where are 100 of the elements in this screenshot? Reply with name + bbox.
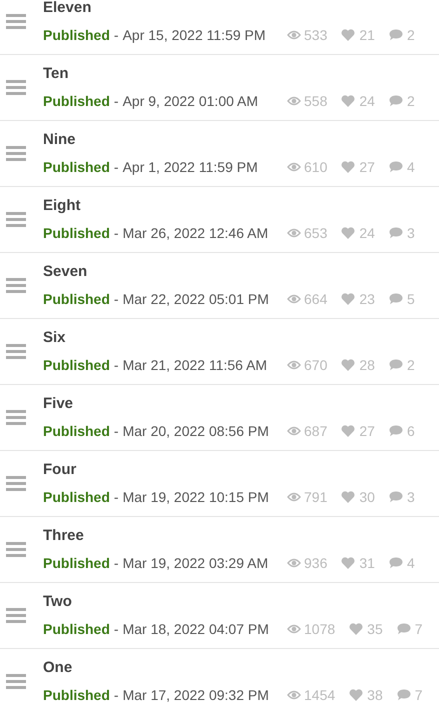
eye-icon <box>287 360 301 370</box>
eye-icon <box>287 558 301 568</box>
comment-icon <box>388 293 403 305</box>
comment-icon <box>388 557 403 569</box>
drag-handle-icon[interactable] <box>6 674 26 689</box>
drag-handle-icon[interactable] <box>6 212 26 227</box>
publish-date: Mar 18, 2022 04:07 PM <box>122 620 269 638</box>
comment-count: 7 <box>414 686 423 704</box>
comment-icon <box>388 491 403 503</box>
comment-icon <box>396 689 411 701</box>
comment-count: 2 <box>406 356 415 374</box>
heart-icon <box>341 293 356 305</box>
heart-icon <box>349 623 364 635</box>
status-label: Published <box>43 686 110 704</box>
post-title[interactable]: Eleven <box>43 0 92 17</box>
post-title[interactable]: Two <box>43 593 72 611</box>
publish-date: Apr 15, 2022 11:59 PM <box>122 26 266 44</box>
post-title[interactable]: One <box>43 659 72 677</box>
drag-handle-icon[interactable] <box>6 278 26 293</box>
heart-icon <box>341 425 356 437</box>
view-count: 1078 <box>304 620 336 638</box>
post-title[interactable]: Six <box>43 329 66 347</box>
heart-icon <box>349 689 364 701</box>
comment-icon <box>388 95 403 107</box>
separator-text: - <box>114 224 119 242</box>
eye-icon <box>287 162 301 172</box>
drag-handle-icon[interactable] <box>6 410 26 425</box>
view-count: 664 <box>304 290 328 308</box>
comment-count: 2 <box>406 26 415 44</box>
publish-date: Mar 19, 2022 10:15 PM <box>122 488 269 506</box>
separator-text: - <box>114 26 119 44</box>
eye-icon <box>287 426 301 436</box>
view-count: 1454 <box>304 686 336 704</box>
post-title[interactable]: Four <box>43 461 76 479</box>
publish-date: Mar 26, 2022 12:46 AM <box>122 224 268 242</box>
status-label: Published <box>43 356 110 374</box>
comment-icon <box>388 29 403 41</box>
like-count: 27 <box>359 422 375 440</box>
comment-count: 2 <box>406 92 415 110</box>
view-count: 610 <box>304 158 328 176</box>
heart-icon <box>341 557 356 569</box>
post-title[interactable]: Nine <box>43 131 76 149</box>
like-count: 24 <box>359 224 375 242</box>
drag-handle-icon[interactable] <box>6 80 26 95</box>
comment-count: 4 <box>406 554 415 572</box>
publish-date: Mar 17, 2022 09:32 PM <box>122 686 269 704</box>
eye-icon <box>287 96 301 106</box>
like-count: 27 <box>359 158 375 176</box>
comment-icon <box>388 227 403 239</box>
comment-count: 5 <box>406 290 415 308</box>
comment-count: 3 <box>406 488 415 506</box>
drag-handle-icon[interactable] <box>6 14 26 29</box>
status-label: Published <box>43 290 110 308</box>
comment-icon <box>388 359 403 371</box>
status-label: Published <box>43 554 110 572</box>
drag-handle-icon[interactable] <box>6 146 26 161</box>
comment-count: 4 <box>406 158 415 176</box>
like-count: 23 <box>359 290 375 308</box>
eye-icon <box>287 30 301 40</box>
view-count: 533 <box>304 26 328 44</box>
post-title[interactable]: Three <box>43 527 84 545</box>
like-count: 28 <box>359 356 375 374</box>
post-title[interactable]: Eight <box>43 197 80 215</box>
like-count: 35 <box>367 620 383 638</box>
drag-handle-icon[interactable] <box>6 542 26 557</box>
separator-text: - <box>114 488 119 506</box>
drag-handle-icon[interactable] <box>6 344 26 359</box>
separator-text: - <box>114 620 119 638</box>
post-title[interactable]: Ten <box>43 65 69 83</box>
comment-icon <box>396 623 411 635</box>
status-label: Published <box>43 488 110 506</box>
heart-icon <box>341 359 356 371</box>
publish-date: Mar 19, 2022 03:29 AM <box>122 554 268 572</box>
eye-icon <box>287 624 301 634</box>
publish-date: Apr 1, 2022 11:59 PM <box>122 158 258 176</box>
separator-text: - <box>114 356 119 374</box>
separator-text: - <box>114 92 119 110</box>
drag-handle-icon[interactable] <box>6 476 26 491</box>
eye-icon <box>287 228 301 238</box>
publish-date: Mar 21, 2022 11:56 AM <box>122 356 268 374</box>
status-label: Published <box>43 26 110 44</box>
heart-icon <box>341 95 356 107</box>
separator-text: - <box>114 686 119 704</box>
heart-icon <box>341 227 356 239</box>
view-count: 558 <box>304 92 328 110</box>
publish-date: Mar 22, 2022 05:01 PM <box>122 290 269 308</box>
comment-icon <box>388 161 403 173</box>
heart-icon <box>341 161 356 173</box>
post-title[interactable]: Seven <box>43 263 88 281</box>
post-title[interactable]: Five <box>43 395 74 413</box>
drag-handle-icon[interactable] <box>6 608 26 623</box>
separator-text: - <box>114 158 119 176</box>
like-count: 31 <box>359 554 375 572</box>
status-label: Published <box>43 224 110 242</box>
like-count: 21 <box>359 26 375 44</box>
view-count: 936 <box>304 554 328 572</box>
view-count: 687 <box>304 422 328 440</box>
status-label: Published <box>43 620 110 638</box>
heart-icon <box>341 491 356 503</box>
eye-icon <box>287 690 301 700</box>
